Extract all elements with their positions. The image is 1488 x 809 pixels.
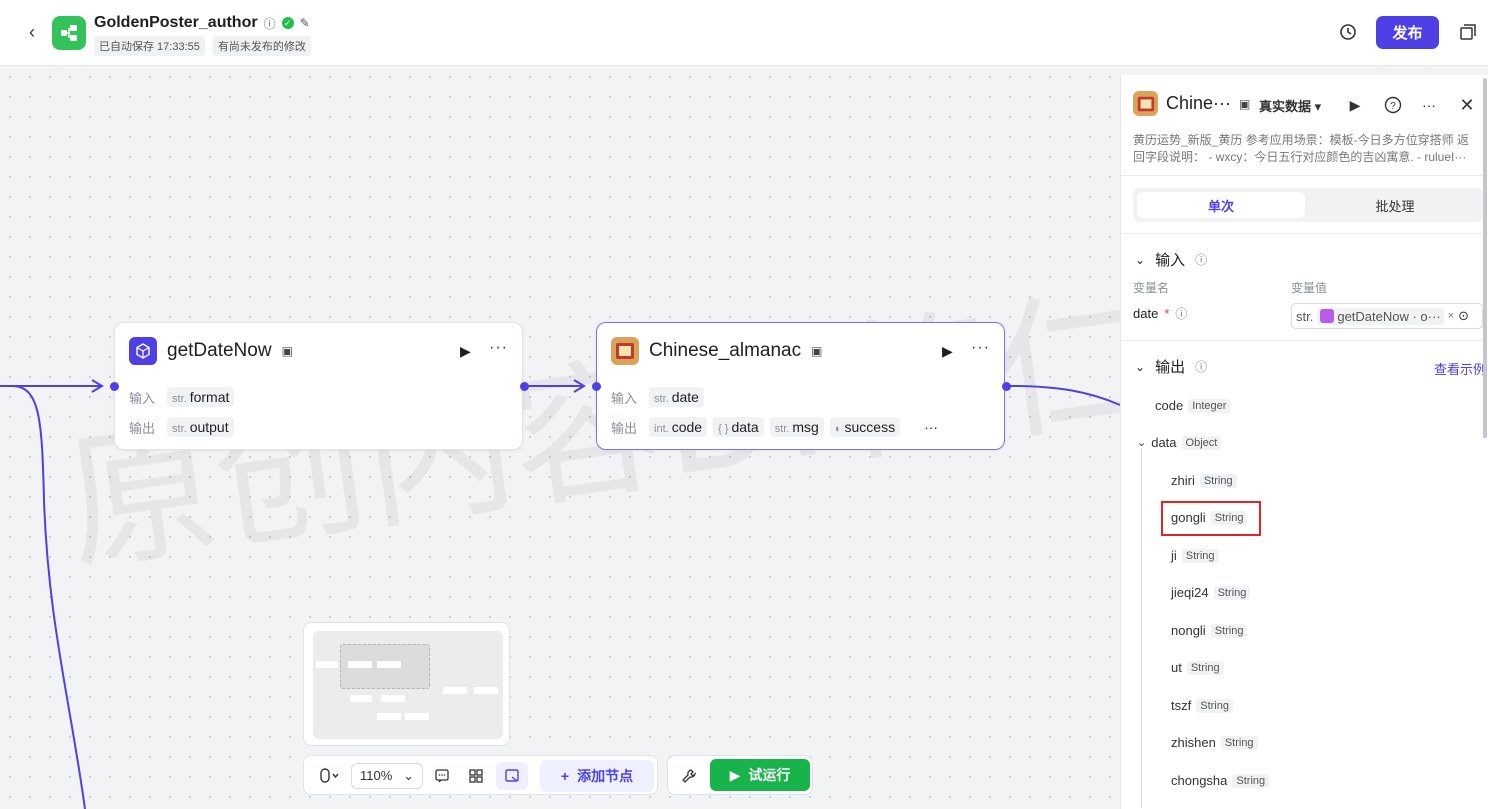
unpublished-tag: 有尚未发布的修改 bbox=[212, 36, 311, 56]
info-icon: ⓘ bbox=[1175, 307, 1188, 321]
svg-text:?: ? bbox=[1390, 101, 1396, 112]
target-icon: ⊙ bbox=[1458, 308, 1469, 323]
output-section-header[interactable]: ⌄ 输出 ⓘ bbox=[1135, 356, 1207, 377]
param-chip: str. date bbox=[649, 387, 704, 407]
run-node-icon[interactable]: ▶ bbox=[942, 343, 953, 360]
add-node-button[interactable]: + 添加节点 bbox=[540, 760, 654, 792]
output-item: ut String bbox=[1171, 660, 1224, 675]
back-icon[interactable]: ‹ bbox=[22, 22, 42, 42]
panel-description: 黄历运势_新版_黄历 参考应用场景：模板-今日多方位穿搭师 返 回字段说明： -… bbox=[1133, 133, 1470, 164]
output-item: jieqi24 String bbox=[1171, 585, 1251, 600]
zoom-select[interactable]: 110% ⌄ bbox=[351, 763, 423, 789]
param-chip: { } data bbox=[713, 417, 764, 437]
input-port[interactable] bbox=[592, 382, 601, 391]
var-row: date * ⓘ bbox=[1133, 306, 1188, 321]
store-icon: ▣ bbox=[281, 344, 293, 358]
duplicate-icon[interactable] bbox=[1458, 22, 1478, 42]
publish-button[interactable]: 发布 bbox=[1376, 16, 1439, 49]
output-item: code Integer bbox=[1155, 398, 1231, 413]
history-icon[interactable] bbox=[1338, 22, 1358, 42]
panel-title: Chine··· bbox=[1166, 93, 1232, 113]
more-icon[interactable]: ··· bbox=[971, 339, 990, 357]
edit-icon[interactable]: ✎ bbox=[300, 16, 310, 30]
mode-tabs: 单次 批处理 bbox=[1133, 188, 1483, 222]
test-run-button[interactable]: ▶ 试运行 bbox=[710, 759, 810, 791]
param-chip: ◐ success bbox=[829, 417, 901, 437]
almanac-icon bbox=[1133, 91, 1158, 116]
param-chip: str. msg bbox=[769, 417, 824, 437]
node-chinese-almanac[interactable]: Chinese_almanac ▣ ▶ ··· 输入 str. date 输出 i… bbox=[592, 322, 1011, 450]
output-item[interactable]: ⌄ data Object bbox=[1137, 435, 1222, 450]
caret-down-icon: ▾ bbox=[1314, 99, 1322, 114]
tab-single[interactable]: 单次 bbox=[1137, 192, 1305, 218]
col-var-value: 变量值 bbox=[1291, 281, 1328, 295]
top-bar: ‹ GoldenPoster_author ⓘ ✓ ✎ 已自动保存 17:33:… bbox=[0, 0, 1488, 66]
chevron-down-icon: ⌄ bbox=[403, 768, 414, 783]
output-item: nongli String bbox=[1171, 623, 1248, 638]
more-icon[interactable]: ··· bbox=[489, 339, 508, 357]
param-chip: str. output bbox=[167, 417, 234, 437]
var-value-field[interactable]: str. getDateNow · o··· × ⊙ bbox=[1291, 303, 1483, 329]
col-var-name: 变量名 bbox=[1133, 281, 1170, 295]
layout-grid-icon[interactable] bbox=[462, 762, 490, 790]
input-section-header[interactable]: ⌄ 输入 ⓘ bbox=[1135, 249, 1207, 270]
minimap-toggle-icon[interactable] bbox=[496, 762, 528, 790]
output-item: chongsha String bbox=[1171, 773, 1270, 788]
data-mode-select[interactable]: 真实数据 ▾ bbox=[1259, 96, 1321, 115]
close-icon[interactable]: ✕ bbox=[1457, 95, 1477, 115]
input-port[interactable] bbox=[110, 382, 119, 391]
plus-icon: + bbox=[560, 768, 570, 784]
output-label: 输出 bbox=[129, 420, 156, 436]
mouse-mode-icon[interactable] bbox=[310, 762, 348, 790]
output-item: tszf String bbox=[1171, 698, 1233, 713]
almanac-icon bbox=[611, 337, 639, 365]
app-title: GoldenPoster_author bbox=[94, 14, 258, 31]
output-item: zhiri String bbox=[1171, 473, 1237, 488]
chevron-down-icon: ⌄ bbox=[1135, 359, 1146, 374]
param-chip: int. code bbox=[649, 417, 708, 437]
panel-scrollbar[interactable] bbox=[1483, 78, 1487, 438]
close-icon: × bbox=[1447, 310, 1455, 322]
app-logo bbox=[52, 16, 86, 50]
info-icon: ⓘ bbox=[1195, 253, 1208, 267]
param-chip: str. format bbox=[167, 387, 235, 407]
output-item: ji String bbox=[1171, 548, 1219, 563]
output-port[interactable] bbox=[1002, 382, 1011, 391]
cube-icon bbox=[1320, 309, 1335, 323]
view-example-link[interactable]: 查看示例 bbox=[1434, 359, 1486, 378]
cube-icon bbox=[129, 337, 157, 365]
node-detail-panel: Chine··· ▣ 真实数据 ▾ ▶ ? ··· ✕ 黄历运势_新版_黄历 参… bbox=[1120, 75, 1488, 809]
chevron-down-icon: ⌄ bbox=[1137, 437, 1147, 449]
info-icon: ⓘ bbox=[1195, 360, 1208, 374]
comment-icon[interactable] bbox=[428, 762, 456, 790]
input-label: 输入 bbox=[611, 390, 638, 406]
run-icon[interactable]: ▶ bbox=[1345, 95, 1365, 115]
info-icon[interactable]: ⓘ bbox=[264, 15, 276, 32]
minimap[interactable] bbox=[303, 622, 510, 746]
node-title: Chinese_almanac bbox=[649, 340, 802, 361]
more-params-icon[interactable]: ··· bbox=[924, 419, 938, 435]
check-icon: ✓ bbox=[281, 17, 294, 29]
store-icon: ▣ bbox=[1239, 96, 1251, 111]
input-label: 输入 bbox=[129, 390, 156, 406]
play-icon: ▶ bbox=[729, 766, 741, 783]
app-title-row: GoldenPoster_author ⓘ ✓ ✎ bbox=[94, 14, 310, 32]
highlight-box bbox=[1161, 501, 1261, 536]
toggle-icon: ◐ bbox=[834, 423, 842, 435]
store-icon: ▣ bbox=[811, 344, 823, 358]
help-icon[interactable]: ? bbox=[1383, 95, 1403, 115]
node-getdatenow[interactable]: getDateNow ▣ ▶ ··· 输入 str. format 输出 str.… bbox=[110, 322, 529, 450]
more-icon[interactable]: ··· bbox=[1419, 95, 1439, 115]
run-node-icon[interactable]: ▶ bbox=[460, 343, 471, 360]
tab-batch[interactable]: 批处理 bbox=[1311, 192, 1479, 218]
chevron-down-icon: ⌄ bbox=[1135, 252, 1146, 267]
run-box: ▶ 试运行 bbox=[667, 755, 813, 795]
output-port[interactable] bbox=[520, 382, 529, 391]
wrench-icon[interactable] bbox=[674, 762, 704, 790]
autosave-tag: 已自动保存 17:33:55 bbox=[94, 36, 205, 56]
output-label: 输出 bbox=[611, 420, 638, 436]
output-item: zhishen String bbox=[1171, 735, 1258, 750]
canvas-toolbar: 110% ⌄ + 添加节点 bbox=[303, 755, 658, 795]
node-title: getDateNow bbox=[167, 340, 272, 361]
